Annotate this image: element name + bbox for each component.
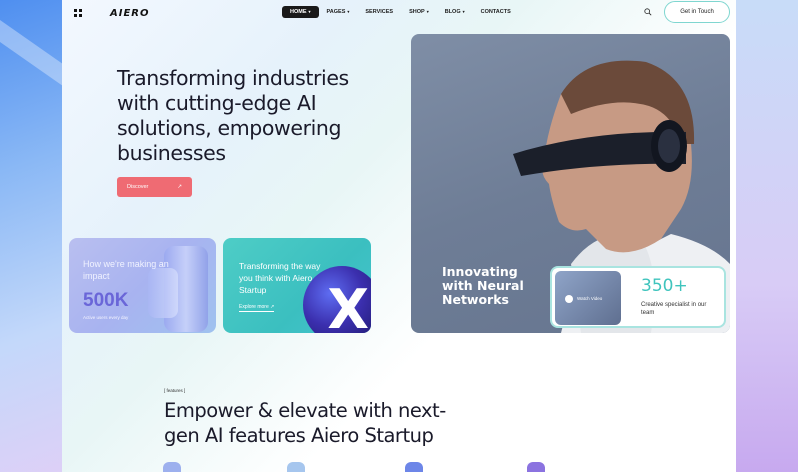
transform-card: X Transforming the way you think with Ai…	[223, 238, 371, 333]
features-title: Empower & elevate with next-gen AI featu…	[164, 399, 446, 447]
chevron-down-icon: ▾	[426, 9, 429, 14]
chevron-down-icon: ▾	[462, 9, 465, 14]
feature-icon	[405, 462, 423, 472]
impact-card: How we're making an impact 500K Active u…	[69, 238, 216, 333]
impact-card-number: 500K	[83, 290, 129, 311]
stat-number: 350+	[641, 276, 688, 296]
arrow-up-right-icon: ↗	[270, 304, 275, 310]
x-logo-graphic: X	[327, 278, 369, 334]
team-stat-card: Watch Video 350+ Creative specialist in …	[550, 266, 726, 328]
get-in-touch-button[interactable]: Get in Touch	[664, 1, 730, 23]
features-tag: [ features ]	[164, 388, 186, 393]
nav-item-contacts[interactable]: CONTACTS	[473, 6, 519, 18]
explore-more-link[interactable]: Explore more ↗	[239, 304, 275, 312]
discover-button-label: Discover	[127, 184, 149, 190]
search-icon[interactable]	[644, 8, 652, 16]
hero-title: Transforming industries with cutting-edg…	[117, 66, 349, 165]
watch-video-label[interactable]: Watch Video	[577, 296, 602, 301]
discover-button[interactable]: Discover ↗	[117, 177, 192, 197]
logo[interactable]: AIERO	[110, 8, 150, 19]
transform-card-text: Transforming the way you think with Aier…	[239, 261, 321, 295]
feature-icon	[163, 462, 181, 472]
menu-grid-icon[interactable]	[74, 9, 82, 17]
background-left-edge	[0, 0, 62, 472]
hero-photo: Innovating with Neural Networks Watch Vi…	[411, 34, 730, 333]
photo-title: Innovating with Neural Networks	[442, 264, 524, 307]
play-icon[interactable]	[565, 295, 573, 303]
background-right-edge	[736, 0, 798, 472]
nav-item-pages[interactable]: PAGES ▾	[319, 6, 358, 18]
nav-item-home[interactable]: HOME ▾	[282, 6, 319, 18]
nav-item-blog[interactable]: BLOG ▾	[437, 6, 473, 18]
stat-text: Creative specialist in our team	[641, 302, 707, 316]
arrow-up-right-icon: ↗	[177, 184, 182, 190]
header: AIERO HOME ▾ PAGES ▾ SERVICES SHOP ▾ BLOG ▾ …	[0, 0, 798, 26]
video-thumbnail[interactable]: Watch Video	[555, 271, 621, 325]
nav-item-services[interactable]: SERVICES	[357, 6, 401, 18]
feature-icon	[287, 462, 305, 472]
main-nav: HOME ▾ PAGES ▾ SERVICES SHOP ▾ BLOG ▾ CONTAC…	[282, 6, 519, 18]
nav-item-shop[interactable]: SHOP ▾	[401, 6, 437, 18]
feature-icon	[527, 462, 545, 472]
impact-card-text: How we're making an impact	[83, 259, 169, 281]
chevron-down-icon: ▾	[308, 9, 311, 14]
chevron-down-icon: ▾	[347, 9, 350, 14]
impact-card-subtext: Active users every day	[83, 315, 129, 320]
